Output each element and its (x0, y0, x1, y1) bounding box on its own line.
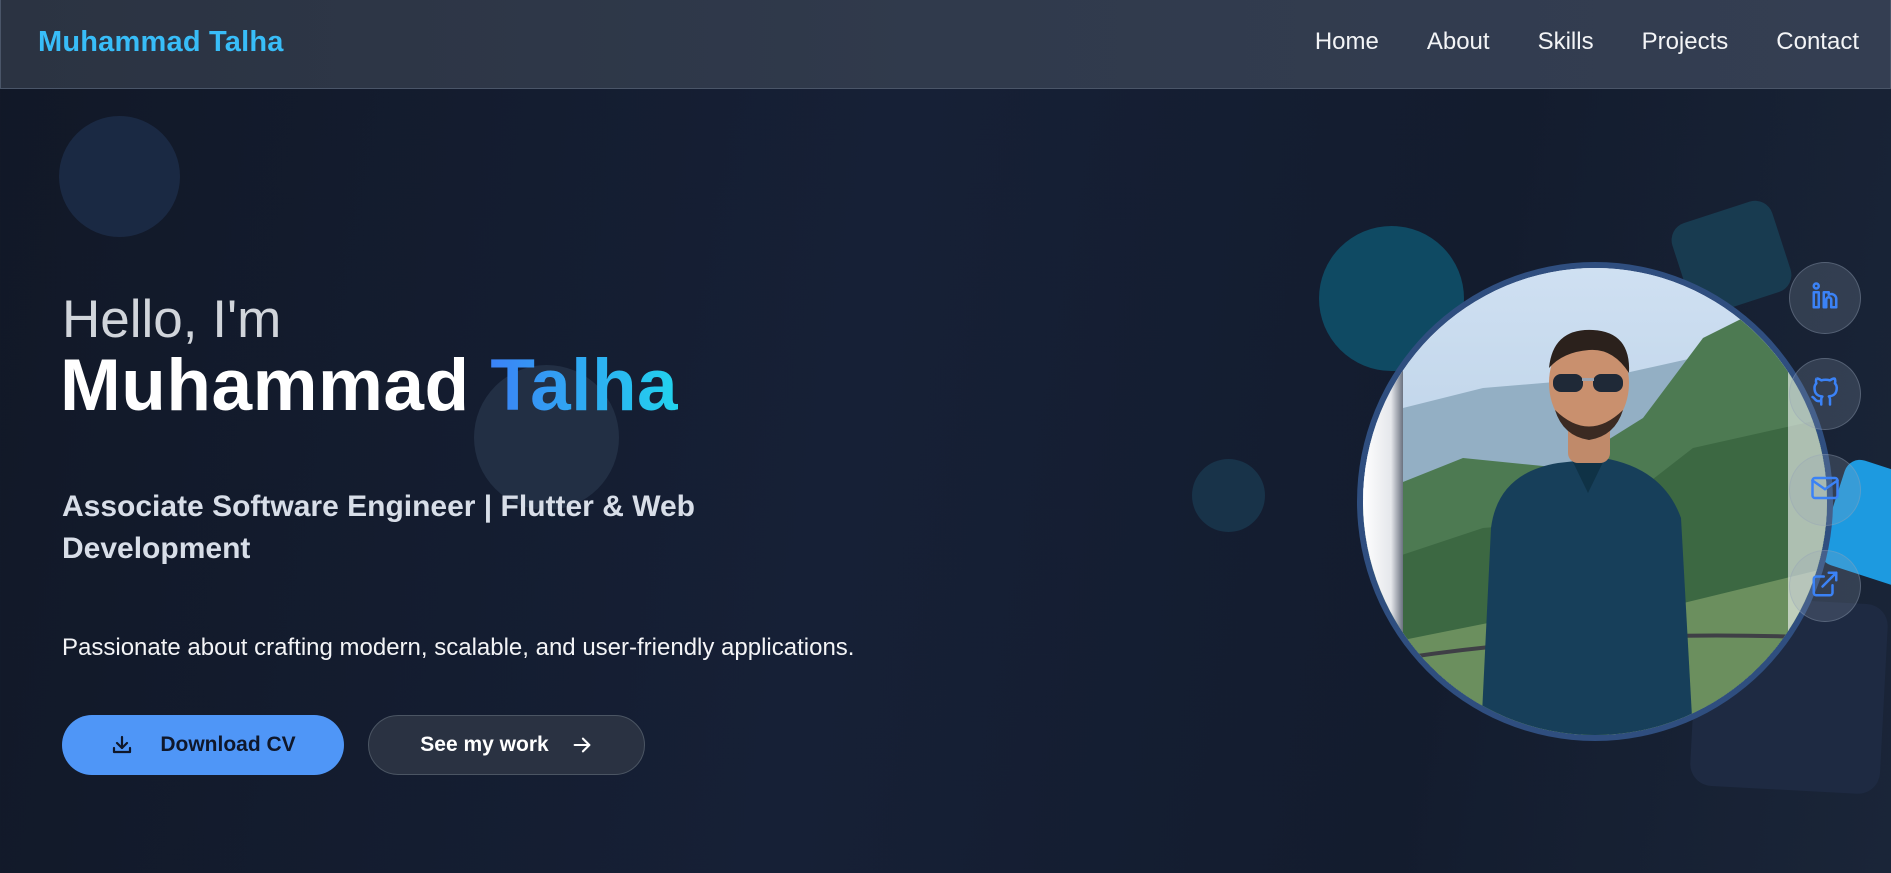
external-link-icon (1810, 569, 1840, 604)
see-my-work-button[interactable]: See my work (368, 715, 645, 775)
arrow-right-icon (571, 734, 593, 756)
email-button[interactable] (1789, 454, 1861, 526)
navbar: Muhammad Talha Home About Skills Project… (0, 0, 1891, 89)
decor-circle (59, 116, 180, 237)
nav-link-about[interactable]: About (1427, 26, 1490, 58)
hero-tagline: Passionate about crafting modern, scalab… (62, 634, 855, 661)
linkedin-button[interactable] (1789, 262, 1861, 334)
github-icon (1810, 376, 1840, 412)
download-cv-button[interactable]: Download CV (62, 715, 344, 775)
hero-name-last: Talha (490, 345, 679, 426)
decor-circle (1192, 459, 1265, 532)
mail-icon (1810, 473, 1840, 508)
external-link-button[interactable] (1789, 550, 1861, 622)
nav-links: Home About Skills Projects Contact (1267, 26, 1859, 58)
hero-role: Associate Software Engineer | Flutter & … (62, 490, 695, 565)
linkedin-icon (1810, 281, 1840, 316)
hero-name-first: Muhammad (60, 345, 470, 426)
nav-link-home[interactable]: Home (1315, 26, 1379, 58)
download-cv-label: Download CV (160, 733, 296, 756)
nav-link-projects[interactable]: Projects (1642, 26, 1729, 58)
nav-link-contact[interactable]: Contact (1776, 26, 1859, 58)
brand-logo[interactable]: Muhammad Talha (38, 26, 284, 59)
download-icon (110, 733, 134, 757)
hero-name: Muhammad Talha (60, 344, 678, 428)
profile-photo (1357, 262, 1833, 741)
see-my-work-label: See my work (420, 733, 549, 756)
github-button[interactable] (1789, 358, 1861, 430)
hero-greeting: Hello, I'm (62, 290, 282, 349)
nav-link-skills[interactable]: Skills (1538, 26, 1594, 58)
